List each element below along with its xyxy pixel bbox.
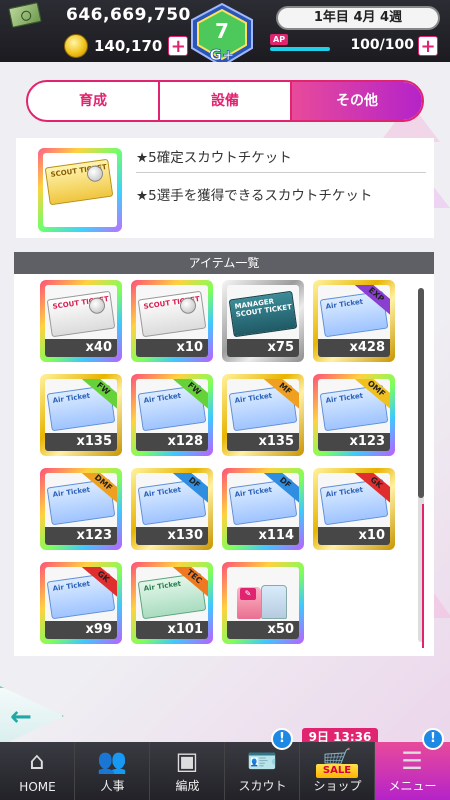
nav-item-scout-card[interactable]: 🪪 スカウト! — [225, 728, 300, 800]
item-slot[interactable]: ✎ x50 — [222, 562, 304, 644]
item-quantity: x135 — [227, 433, 299, 451]
tab-training[interactable]: 育成 — [28, 82, 160, 120]
item-list-header: アイテム一覧 — [14, 252, 434, 274]
season-date: 1年目 4月 4週 — [276, 6, 440, 30]
scroll-indicator — [422, 504, 424, 648]
item-quantity: x114 — [227, 527, 299, 545]
add-coins-button[interactable]: + — [168, 36, 189, 56]
manager-scout-ticket-icon: MANAGER SCOUT TICKET — [228, 290, 298, 338]
tab-facilities[interactable]: 設備 — [160, 82, 292, 120]
notification-badge: ! — [271, 728, 293, 750]
money-value: 646,669,750 — [66, 5, 191, 25]
status-bar: 646,669,750 140,170 + 7 G+ 1年目 4月 4週 AP … — [0, 0, 450, 68]
nav-label: メニュー — [388, 779, 437, 793]
scrollbar-thumb[interactable] — [418, 288, 424, 498]
item-slot[interactable]: Air Ticket DF x114 — [222, 468, 304, 550]
nav-label: 人事 — [100, 779, 125, 793]
item-slot[interactable]: Air Ticket FW x135 — [40, 374, 122, 456]
category-tabs: 育成 設備 その他 — [26, 80, 424, 122]
notification-badge: ! — [422, 728, 444, 750]
coin-row: 140,170 + — [0, 32, 190, 60]
coin-value: 140,170 — [94, 37, 163, 55]
cash-icon — [8, 2, 42, 28]
scout-card-icon: 🪪 — [247, 747, 277, 775]
ap-bar — [270, 47, 330, 51]
selected-item-title: ★5確定スカウトチケット — [136, 150, 292, 166]
item-detail-panel: SCOUT TICKET ★5確定スカウトチケット ★5選手を獲得できるスカウト… — [16, 138, 434, 238]
scout-ticket-icon: SCOUT TICKET — [44, 158, 114, 206]
item-slot[interactable]: SCOUT TICKET x10 — [131, 280, 213, 362]
nav-item-menu[interactable]: ☰ メニュー! — [375, 728, 450, 800]
home-icon: ⌂ — [29, 747, 45, 775]
item-slot[interactable]: Air Ticket FW x128 — [131, 374, 213, 456]
nav-label: HOME — [19, 780, 56, 794]
item-quantity: x10 — [318, 527, 390, 545]
item-slot[interactable]: Air Ticket GK x99 — [40, 562, 122, 644]
item-quantity: x75 — [227, 339, 299, 357]
ap-row: AP 100/100 + — [270, 34, 445, 58]
item-slot[interactable]: Air Ticket MF x135 — [222, 374, 304, 456]
ap-label: AP — [270, 34, 289, 45]
item-quantity: x10 — [136, 339, 208, 357]
sale-badge: SALE — [316, 764, 358, 778]
back-arrow-icon: ← — [10, 702, 32, 732]
scout-ticket-icon: SCOUT TICKET — [137, 290, 207, 338]
add-ap-button[interactable]: + — [418, 36, 438, 56]
item-slot[interactable]: Air Ticket OMF x123 — [313, 374, 395, 456]
item-quantity: x428 — [318, 339, 390, 357]
coin-icon — [64, 34, 88, 58]
item-list-panel: SCOUT TICKET x40 SCOUT TICKET x10 MANAGER SC… — [14, 274, 434, 656]
tab-other[interactable]: その他 — [292, 82, 422, 120]
club-emblem-icon[interactable]: 7 G+ — [188, 2, 256, 68]
item-quantity: x123 — [45, 527, 117, 545]
nav-item-cart[interactable]: 🛒 SALE ショップ — [300, 742, 375, 800]
people-icon: 👥 — [97, 747, 127, 775]
item-slot[interactable]: Air Ticket DMF x123 — [40, 468, 122, 550]
item-slot[interactable]: MANAGER SCOUT TICKET x75 — [222, 280, 304, 362]
nav-label: 編成 — [175, 779, 200, 793]
item-quantity: x50 — [227, 621, 299, 639]
nav-label: スカウト — [238, 779, 287, 793]
menu-icon: ☰ — [401, 747, 423, 775]
item-quantity: x128 — [136, 433, 208, 451]
item-slot[interactable]: Air Ticket DF x130 — [131, 468, 213, 550]
costume-icon: ✎ — [237, 585, 287, 619]
item-quantity: x40 — [45, 339, 117, 357]
bottom-navigation: ⌂ HOME 👥 人事 ▣ 編成 🪪 スカウト! 🛒 SALE ショップ ☰ メニュー! — [0, 728, 450, 800]
item-slot[interactable]: Air Ticket GK x10 — [313, 468, 395, 550]
scout-ticket-icon: SCOUT TICKET — [46, 290, 116, 338]
nav-item-pitch[interactable]: ▣ 編成 — [150, 742, 225, 800]
selected-item-description: ★5選手を獲得できるスカウトチケット — [136, 188, 373, 204]
nav-item-home[interactable]: ⌂ HOME — [0, 742, 75, 800]
ap-value: 100/100 — [350, 37, 414, 53]
item-quantity: x123 — [318, 433, 390, 451]
pitch-icon: ▣ — [175, 747, 199, 775]
item-quantity: x101 — [136, 621, 208, 639]
divider — [136, 172, 426, 173]
nav-item-people[interactable]: 👥 人事 — [75, 742, 150, 800]
item-slot[interactable]: Air Ticket EXP x428 — [313, 280, 395, 362]
item-slot[interactable]: SCOUT TICKET x40 — [40, 280, 122, 362]
svg-text:7: 7 — [215, 19, 229, 43]
item-slot[interactable]: Air Ticket TEC x101 — [131, 562, 213, 644]
selected-item-thumbnail: SCOUT TICKET — [38, 148, 122, 232]
item-quantity: x130 — [136, 527, 208, 545]
item-quantity: x99 — [45, 621, 117, 639]
money-row: 646,669,750 — [0, 0, 200, 30]
item-quantity: x135 — [45, 433, 117, 451]
nav-label: ショップ — [313, 779, 362, 793]
